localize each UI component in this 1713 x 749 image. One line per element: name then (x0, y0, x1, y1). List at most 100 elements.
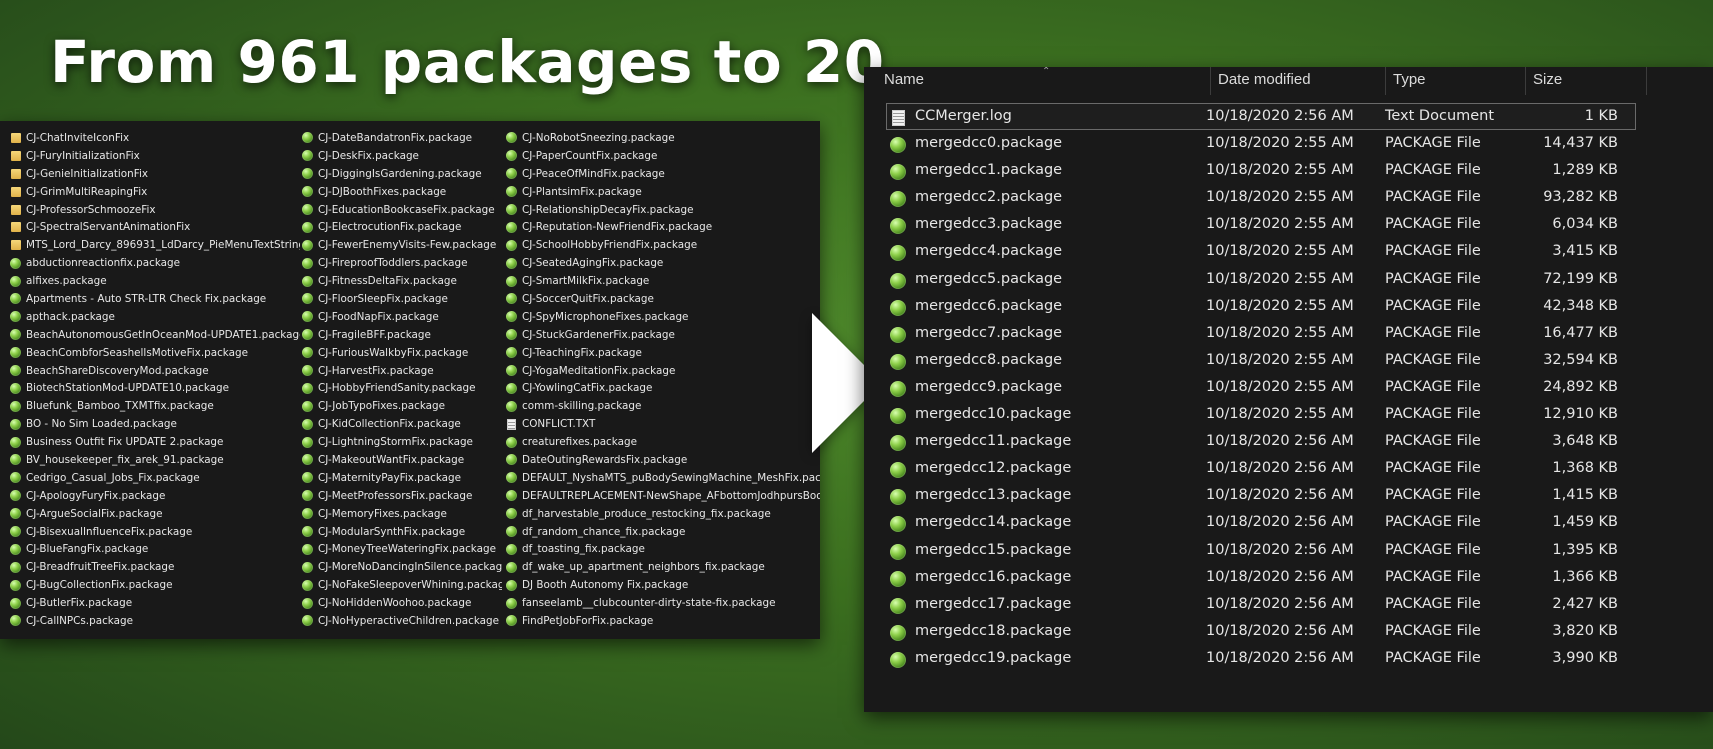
file-row[interactable]: mergedcc19.package 10/18/2020 2:56 AM PACK… (886, 645, 1713, 672)
file-item[interactable]: abductionreactionfix.package (10, 254, 300, 272)
file-item[interactable]: CJ-NoHyperactiveChildren.package (302, 612, 502, 630)
column-divider[interactable] (1646, 67, 1647, 95)
file-item[interactable]: CJ-MeetProfessorsFix.package (302, 487, 502, 505)
file-item[interactable]: CJ-BisexualInfluenceFix.package (10, 523, 300, 541)
file-item[interactable]: BO - No Sim Loaded.package (10, 415, 300, 433)
file-item[interactable]: CJ-TeachingFix.package (506, 344, 820, 362)
file-row[interactable]: mergedcc5.package 10/18/2020 2:55 AM PACKA… (886, 266, 1713, 293)
file-item[interactable]: CJ-FoodNapFix.package (302, 308, 502, 326)
file-item[interactable]: BeachCombforSeashellsMotiveFix.package (10, 344, 300, 362)
file-item[interactable]: Business Outfit Fix UPDATE 2.package (10, 433, 300, 451)
file-item[interactable]: CJ-MoneyTreeWateringFix.package (302, 540, 502, 558)
file-item[interactable]: df_harvestable_produce_restocking_fix.pa… (506, 505, 820, 523)
file-item[interactable]: CJ-Reputation-NewFriendFix.package (506, 218, 820, 236)
file-item[interactable]: CJ-NoRobotSneezing.package (506, 129, 820, 147)
file-item[interactable]: DJ Booth Autonomy Fix.package (506, 576, 820, 594)
file-item[interactable]: Cedrigo_Casual_Jobs_Fix.package (10, 469, 300, 487)
file-item[interactable]: CJ-ApologyFuryFix.package (10, 487, 300, 505)
file-item[interactable]: CJ-MemoryFixes.package (302, 505, 502, 523)
file-item[interactable]: CJ-BugCollectionFix.package (10, 576, 300, 594)
file-item[interactable]: CJ-GenieInitializationFix (10, 165, 300, 183)
file-item[interactable]: apthack.package (10, 308, 300, 326)
file-item[interactable]: CJ-SoccerQuitFix.package (506, 290, 820, 308)
file-row[interactable]: mergedcc15.package 10/18/2020 2:56 AM PACK… (886, 537, 1713, 564)
file-item[interactable]: df_toasting_fix.package (506, 540, 820, 558)
file-item[interactable]: CJ-FloorSleepFix.package (302, 290, 502, 308)
file-item[interactable]: CJ-JobTypoFixes.package (302, 397, 502, 415)
file-item[interactable]: CJ-NoHiddenWoohoo.package (302, 594, 502, 612)
file-item[interactable]: FindPetJobForFix.package (506, 612, 820, 630)
file-item[interactable]: CJ-StuckGardenerFix.package (506, 326, 820, 344)
file-item[interactable]: DEFAULTREPLACEMENT-NewShape_AFbottomJodh… (506, 487, 820, 505)
file-item[interactable]: BeachAutonomousGetInOceanMod-UPDATE1.pac… (10, 326, 300, 344)
file-item[interactable]: CJ-ElectrocutionFix.package (302, 218, 502, 236)
file-item[interactable]: CJ-SmartMilkFix.package (506, 272, 820, 290)
file-item[interactable]: CJ-FuryInitializationFix (10, 147, 300, 165)
file-item[interactable]: creaturefixes.package (506, 433, 820, 451)
file-row[interactable]: CCMerger.log 10/18/2020 2:56 AM Text Docum… (886, 103, 1636, 131)
file-item[interactable]: CJ-HarvestFix.package (302, 362, 502, 380)
file-item[interactable]: CJ-PeaceOfMindFix.package (506, 165, 820, 183)
file-item[interactable]: CJ-MoreNoDancingInSilence.package (302, 558, 502, 576)
file-item[interactable]: CJ-HobbyFriendSanity.package (302, 379, 502, 397)
file-item[interactable]: CJ-PlantsimFix.package (506, 183, 820, 201)
file-item[interactable]: CJ-GrimMultiReapingFix (10, 183, 300, 201)
file-item[interactable]: CJ-ProfessorSchmoozeFix (10, 201, 300, 219)
file-row[interactable]: mergedcc7.package 10/18/2020 2:55 AM PACKA… (886, 320, 1713, 347)
file-item[interactable]: df_wake_up_apartment_neighbors_fix.packa… (506, 558, 820, 576)
file-row[interactable]: mergedcc9.package 10/18/2020 2:55 AM PACKA… (886, 374, 1713, 401)
file-row[interactable]: mergedcc6.package 10/18/2020 2:55 AM PACKA… (886, 293, 1713, 320)
file-row[interactable]: mergedcc10.package 10/18/2020 2:55 AM PACK… (886, 401, 1713, 428)
file-row[interactable]: mergedcc8.package 10/18/2020 2:55 AM PACKA… (886, 347, 1713, 374)
column-header-name[interactable]: Name (876, 67, 1176, 97)
file-item[interactable]: CJ-DiggingIsGardening.package (302, 165, 502, 183)
file-row[interactable]: mergedcc11.package 10/18/2020 2:56 AM PACK… (886, 428, 1713, 455)
file-item[interactable]: CJ-PaperCountFix.package (506, 147, 820, 165)
file-item[interactable]: CJ-RelationshipDecayFix.package (506, 201, 820, 219)
file-item[interactable]: CJ-LightningStormFix.package (302, 433, 502, 451)
file-item[interactable]: CJ-ChatInviteIconFix (10, 129, 300, 147)
file-item[interactable]: CJ-KidCollectionFix.package (302, 415, 502, 433)
column-header-size[interactable]: Size (1525, 67, 1645, 97)
file-item[interactable]: CJ-FireproofToddlers.package (302, 254, 502, 272)
file-item[interactable]: CJ-SpectralServantAnimationFix (10, 218, 300, 236)
file-row[interactable]: mergedcc17.package 10/18/2020 2:56 AM PACK… (886, 591, 1713, 618)
file-item[interactable]: fanseelamb__clubcounter-dirty-state-fix.… (506, 594, 820, 612)
file-row[interactable]: mergedcc1.package 10/18/2020 2:55 AM PACKA… (886, 157, 1713, 184)
file-row[interactable]: mergedcc3.package 10/18/2020 2:55 AM PACKA… (886, 211, 1713, 238)
file-item[interactable]: DateOutingRewardsFix.package (506, 451, 820, 469)
file-item[interactable]: CJ-DateBandatronFix.package (302, 129, 502, 147)
file-item[interactable]: CJ-YowlingCatFix.package (506, 379, 820, 397)
file-item[interactable]: CJ-FitnessDeltaFix.package (302, 272, 502, 290)
file-row[interactable]: mergedcc4.package 10/18/2020 2:55 AM PACKA… (886, 238, 1713, 265)
file-item[interactable]: CJ-FewerEnemyVisits-Few.package (302, 236, 502, 254)
file-item[interactable]: CJ-FuriousWalkbyFix.package (302, 344, 502, 362)
file-item[interactable]: CJ-ModularSynthFix.package (302, 523, 502, 541)
file-row[interactable]: mergedcc14.package 10/18/2020 2:56 AM PACK… (886, 509, 1713, 536)
file-item[interactable]: MTS_Lord_Darcy_896931_LdDarcy_PieMenuTex… (10, 236, 300, 254)
file-row[interactable]: mergedcc12.package 10/18/2020 2:56 AM PACK… (886, 455, 1713, 482)
file-row[interactable]: mergedcc16.package 10/18/2020 2:56 AM PACK… (886, 564, 1713, 591)
file-item[interactable]: CJ-CallNPCs.package (10, 612, 300, 630)
file-row[interactable]: mergedcc0.package 10/18/2020 2:55 AM PACKA… (886, 130, 1713, 157)
file-item[interactable]: CJ-MaternityPayFix.package (302, 469, 502, 487)
file-item[interactable]: BV_housekeeper_fix_arek_91.package (10, 451, 300, 469)
column-header-type[interactable]: Type (1385, 67, 1525, 97)
file-item[interactable]: Apartments - Auto STR-LTR Check Fix.pack… (10, 290, 300, 308)
file-item[interactable]: alfixes.package (10, 272, 300, 290)
file-item[interactable]: Bluefunk_Bamboo_TXMTfix.package (10, 397, 300, 415)
file-item[interactable]: CJ-FragileBFF.package (302, 326, 502, 344)
file-item[interactable]: df_random_chance_fix.package (506, 523, 820, 541)
file-row[interactable]: mergedcc2.package 10/18/2020 2:55 AM PACKA… (886, 184, 1713, 211)
file-item[interactable]: CJ-ButlerFix.package (10, 594, 300, 612)
file-item[interactable]: comm-skilling.package (506, 397, 820, 415)
file-item[interactable]: CJ-SchoolHobbyFriendFix.package (506, 236, 820, 254)
file-item[interactable]: CJ-BreadfruitTreeFix.package (10, 558, 300, 576)
file-row[interactable]: mergedcc18.package 10/18/2020 2:56 AM PACK… (886, 618, 1713, 645)
file-item[interactable]: CJ-SpyMicrophoneFixes.package (506, 308, 820, 326)
file-row[interactable]: mergedcc13.package 10/18/2020 2:56 AM PACK… (886, 482, 1713, 509)
file-item[interactable]: CJ-SeatedAgingFix.package (506, 254, 820, 272)
file-item[interactable]: CONFLICT.TXT (506, 415, 820, 433)
file-item[interactable]: CJ-ArgueSocialFix.package (10, 505, 300, 523)
file-item[interactable]: BiotechStationMod-UPDATE10.package (10, 379, 300, 397)
